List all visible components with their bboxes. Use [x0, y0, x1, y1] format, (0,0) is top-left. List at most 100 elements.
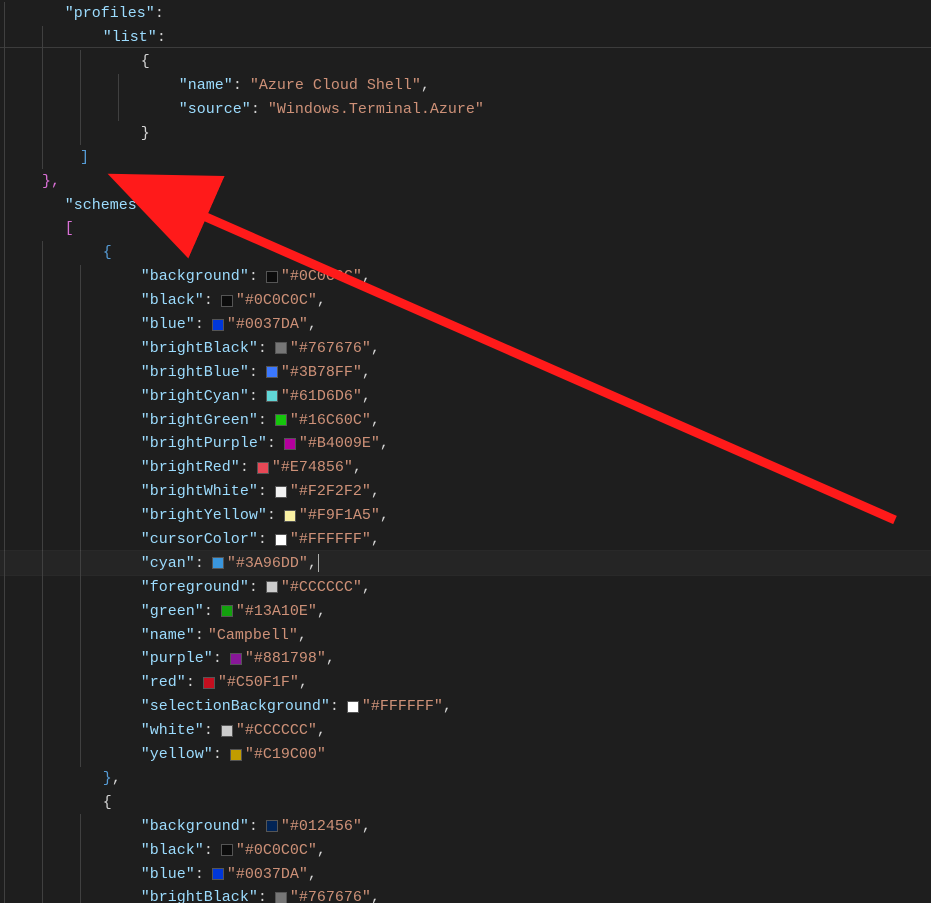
- code-line[interactable]: "foreground":"#CCCCCC",: [0, 575, 931, 599]
- code-line[interactable]: "brightPurple":"#B4009E",: [0, 432, 931, 456]
- color-swatch-icon: [284, 510, 296, 522]
- code-line[interactable]: "yellow":"#C19C00": [0, 743, 931, 767]
- color-swatch-icon: [266, 581, 278, 593]
- json-key: "brightGreen": [141, 409, 258, 432]
- json-key: "blue": [141, 313, 195, 336]
- json-string: "#0037DA": [227, 863, 308, 886]
- color-swatch-icon: [212, 319, 224, 331]
- json-string: "#FFFFFF": [290, 528, 371, 551]
- code-area[interactable]: "profiles":"list":{"name":"Azure Cloud S…: [0, 2, 931, 903]
- code-line[interactable]: "red":"#C50F1F",: [0, 671, 931, 695]
- json-string: "#61D6D6": [281, 385, 362, 408]
- color-swatch-icon: [275, 342, 287, 354]
- color-swatch-icon: [221, 725, 233, 737]
- code-line[interactable]: "background":"#012456",: [0, 814, 931, 838]
- code-line[interactable]: },: [0, 169, 931, 193]
- json-string: "#CCCCCC": [281, 576, 362, 599]
- code-line[interactable]: },: [0, 767, 931, 791]
- json-key: "black": [141, 289, 204, 312]
- json-string: "Windows.Terminal.Azure": [268, 98, 484, 121]
- json-string: "Campbell": [208, 624, 298, 647]
- json-key: "brightRed": [141, 456, 240, 479]
- code-line[interactable]: ]: [0, 145, 931, 169]
- code-line[interactable]: "brightBlue":"#3B78FF",: [0, 360, 931, 384]
- code-line[interactable]: "brightYellow":"#F9F1A5",: [0, 504, 931, 528]
- code-line[interactable]: "black":"#0C0C0C",: [0, 838, 931, 862]
- json-key: "background": [141, 265, 249, 288]
- code-line[interactable]: "source":"Windows.Terminal.Azure": [0, 98, 931, 122]
- json-string: "#3B78FF": [281, 361, 362, 384]
- json-string: "#0037DA": [227, 313, 308, 336]
- code-line[interactable]: "schemes":: [0, 193, 931, 217]
- json-string: "#16C60C": [290, 409, 371, 432]
- json-string: "Azure Cloud Shell": [250, 74, 421, 97]
- code-line[interactable]: {: [0, 241, 931, 265]
- color-swatch-icon: [266, 390, 278, 402]
- code-line[interactable]: "name":"Campbell",: [0, 623, 931, 647]
- json-string: "#B4009E": [299, 432, 380, 455]
- json-key: "selectionBackground": [141, 695, 330, 718]
- color-swatch-icon: [221, 844, 233, 856]
- json-string: "#0C0C0C": [281, 265, 362, 288]
- code-line[interactable]: "brightGreen":"#16C60C",: [0, 408, 931, 432]
- code-line[interactable]: [: [0, 217, 931, 241]
- json-key: "schemes": [65, 194, 146, 217]
- code-line[interactable]: }: [0, 121, 931, 145]
- json-key: "yellow": [141, 743, 213, 766]
- code-line[interactable]: "brightBlack":"#767676",: [0, 336, 931, 360]
- color-swatch-icon: [275, 892, 287, 903]
- code-line[interactable]: "profiles":: [0, 2, 931, 26]
- code-line[interactable]: "blue":"#0037DA",: [0, 313, 931, 337]
- color-swatch-icon: [230, 749, 242, 761]
- json-key: "brightWhite": [141, 480, 258, 503]
- json-string: "#E74856": [272, 456, 353, 479]
- color-swatch-icon: [266, 366, 278, 378]
- json-string: "#FFFFFF": [362, 695, 443, 718]
- json-key: "brightBlue": [141, 361, 249, 384]
- json-key: "brightCyan": [141, 385, 249, 408]
- code-line[interactable]: "brightRed":"#E74856",: [0, 456, 931, 480]
- color-swatch-icon: [275, 534, 287, 546]
- code-line[interactable]: "cursorColor":"#FFFFFF",: [0, 528, 931, 552]
- code-line[interactable]: "cyan":"#3A96DD",: [0, 551, 931, 575]
- code-line[interactable]: "black":"#0C0C0C",: [0, 289, 931, 313]
- json-string: "#881798": [245, 647, 326, 670]
- json-string: "#F2F2F2": [290, 480, 371, 503]
- json-key: "cyan": [141, 552, 195, 575]
- color-swatch-icon: [212, 868, 224, 880]
- code-line[interactable]: "list":: [0, 26, 931, 50]
- code-line[interactable]: "purple":"#881798",: [0, 647, 931, 671]
- code-line[interactable]: "green":"#13A10E",: [0, 599, 931, 623]
- json-key: "red": [141, 671, 186, 694]
- color-swatch-icon: [284, 438, 296, 450]
- code-line[interactable]: "white":"#CCCCCC",: [0, 719, 931, 743]
- json-string: "#767676": [290, 886, 371, 903]
- code-editor[interactable]: "profiles":"list":{"name":"Azure Cloud S…: [0, 0, 931, 903]
- code-line[interactable]: "blue":"#0037DA",: [0, 862, 931, 886]
- code-line[interactable]: "name":"Azure Cloud Shell",: [0, 74, 931, 98]
- json-key: "white": [141, 719, 204, 742]
- color-swatch-icon: [275, 414, 287, 426]
- code-line[interactable]: {: [0, 50, 931, 74]
- json-string: "#012456": [281, 815, 362, 838]
- code-line[interactable]: {: [0, 790, 931, 814]
- code-line[interactable]: "brightBlack":"#767676",: [0, 886, 931, 903]
- color-swatch-icon: [257, 462, 269, 474]
- json-string: "#13A10E": [236, 600, 317, 623]
- json-key: "name": [141, 624, 195, 647]
- json-key: "cursorColor": [141, 528, 258, 551]
- code-line[interactable]: "brightCyan":"#61D6D6",: [0, 384, 931, 408]
- color-swatch-icon: [221, 605, 233, 617]
- json-key: "profiles": [65, 2, 155, 25]
- code-line[interactable]: "background":"#0C0C0C",: [0, 265, 931, 289]
- color-swatch-icon: [221, 295, 233, 307]
- json-key: "foreground": [141, 576, 249, 599]
- code-line[interactable]: "brightWhite":"#F2F2F2",: [0, 480, 931, 504]
- json-string: "#0C0C0C": [236, 289, 317, 312]
- color-swatch-icon: [212, 557, 224, 569]
- json-string: "#C19C00": [245, 743, 326, 766]
- code-line[interactable]: "selectionBackground":"#FFFFFF",: [0, 695, 931, 719]
- json-string: "#767676": [290, 337, 371, 360]
- color-swatch-icon: [266, 820, 278, 832]
- json-key: "brightPurple": [141, 432, 267, 455]
